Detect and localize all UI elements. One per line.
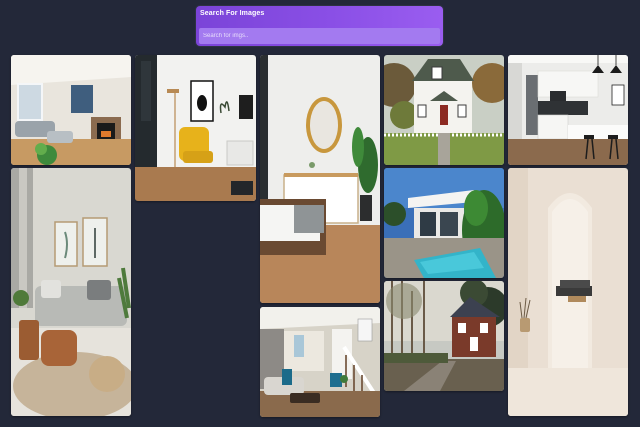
- search-title: Search For Images: [200, 10, 265, 17]
- staircase-living-room-photo: [260, 307, 380, 417]
- search-input[interactable]: [199, 28, 440, 44]
- bedroom-round-mirror-photo: [260, 55, 380, 303]
- gallery-image-staircase-living-room[interactable]: [260, 307, 380, 417]
- gallery-image-living-room-fireplace[interactable]: [11, 55, 131, 165]
- gallery-image-modern-house-pool[interactable]: [384, 168, 504, 278]
- yellow-chair-corner-photo: [135, 55, 256, 201]
- gallery-image-beige-arch-room[interactable]: [508, 168, 628, 416]
- gallery-image-bedroom-round-mirror[interactable]: [260, 55, 380, 303]
- beige-arch-room-photo: [508, 168, 628, 416]
- brick-house-forest-photo: [384, 281, 504, 391]
- gallery-image-brick-house-forest[interactable]: [384, 281, 504, 391]
- living-room-jute-rug-photo: [11, 168, 131, 416]
- modern-white-kitchen-photo: [508, 55, 628, 165]
- gallery-image-yellow-chair-corner[interactable]: [135, 55, 256, 201]
- search-panel: Search For Images: [196, 6, 443, 46]
- gallery-image-white-cottage-exterior[interactable]: [384, 55, 504, 165]
- modern-house-pool-photo: [384, 168, 504, 278]
- white-cottage-exterior-photo: [384, 55, 504, 165]
- living-room-fireplace-photo: [11, 55, 131, 165]
- gallery-image-modern-white-kitchen[interactable]: [508, 55, 628, 165]
- gallery-image-living-room-jute-rug[interactable]: [11, 168, 131, 416]
